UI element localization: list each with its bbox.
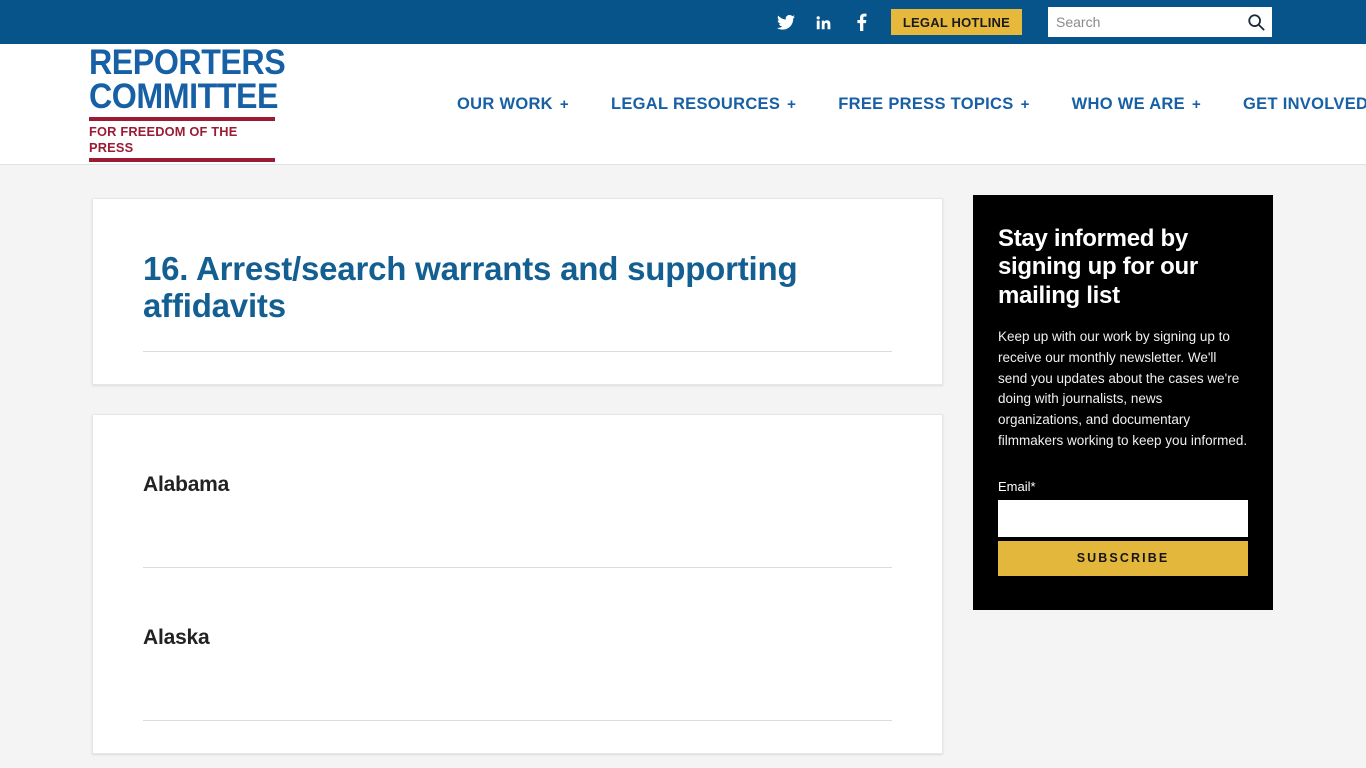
states-card: Alabama Alaska (92, 413, 943, 754)
newsletter-signup-sidebar: Stay informed by signing up for our mail… (973, 195, 1273, 610)
nav-item-legal-resources[interactable]: LEGAL RESOURCES + (611, 95, 796, 114)
search-box[interactable] (1048, 7, 1272, 37)
nav-item-who-we-are[interactable]: WHO WE ARE + (1072, 95, 1201, 114)
nav-item-our-work[interactable]: OUR WORK + (457, 95, 569, 114)
plus-icon: + (1020, 95, 1030, 113)
top-utility-bar: LEGAL HOTLINE (0, 0, 1366, 44)
plus-icon: + (1191, 95, 1201, 113)
nav-label: LEGAL RESOURCES (610, 94, 781, 113)
nav-label: GET INVOLVED (1243, 94, 1366, 113)
newsletter-heading: Stay informed by signing up for our mail… (998, 225, 1198, 309)
state-section-alabama[interactable]: Alabama (143, 415, 892, 568)
state-name: Alaska (143, 625, 210, 649)
nav-item-get-involved[interactable]: GET INVOLVED + (1243, 95, 1366, 114)
plus-icon: + (787, 95, 797, 113)
state-name: Alabama (143, 472, 230, 496)
search-icon[interactable] (1246, 12, 1266, 32)
page-title: 16. Arrest/search warrants and supportin… (143, 250, 798, 324)
social-links (775, 11, 873, 33)
linkedin-icon[interactable] (813, 11, 835, 33)
legal-hotline-button[interactable]: LEGAL HOTLINE (890, 9, 1022, 35)
title-divider (143, 350, 892, 352)
title-card: 16. Arrest/search warrants and supportin… (92, 198, 943, 385)
site-logo[interactable]: REPORTERS COMMITTEE FOR FREEDOM OF THE P… (89, 43, 286, 162)
search-input[interactable] (1048, 7, 1272, 37)
logo-rule-top (89, 117, 275, 122)
facebook-icon[interactable] (851, 11, 873, 33)
logo-rule-bottom (89, 157, 275, 162)
logo-line-2: COMMITTEE (89, 76, 279, 116)
main-content-column: 16. Arrest/search warrants and supportin… (92, 198, 943, 754)
plus-icon: + (559, 95, 569, 113)
nav-label: WHO WE ARE (1071, 94, 1185, 113)
logo-line-1: REPORTERS (89, 43, 286, 83)
main-navigation: OUR WORK + LEGAL RESOURCES + FREE PRESS … (457, 95, 1366, 114)
email-field-label: Email* (998, 478, 1036, 494)
subscribe-button[interactable]: SUBSCRIBE (998, 540, 1248, 576)
newsletter-description: Keep up with our work by signing up to r… (998, 328, 1248, 448)
nav-item-free-press-topics[interactable]: FREE PRESS TOPICS + (838, 95, 1029, 114)
logo-tagline: FOR FREEDOM OF THE PRESS (89, 124, 238, 155)
page-body: 16. Arrest/search warrants and supportin… (0, 165, 1366, 768)
nav-label: OUR WORK (457, 94, 553, 113)
twitter-icon[interactable] (775, 11, 797, 33)
state-section-alaska[interactable]: Alaska (143, 568, 892, 721)
email-field[interactable] (998, 499, 1248, 537)
nav-label: FREE PRESS TOPICS (838, 94, 1014, 113)
site-header: REPORTERS COMMITTEE FOR FREEDOM OF THE P… (0, 44, 1366, 165)
